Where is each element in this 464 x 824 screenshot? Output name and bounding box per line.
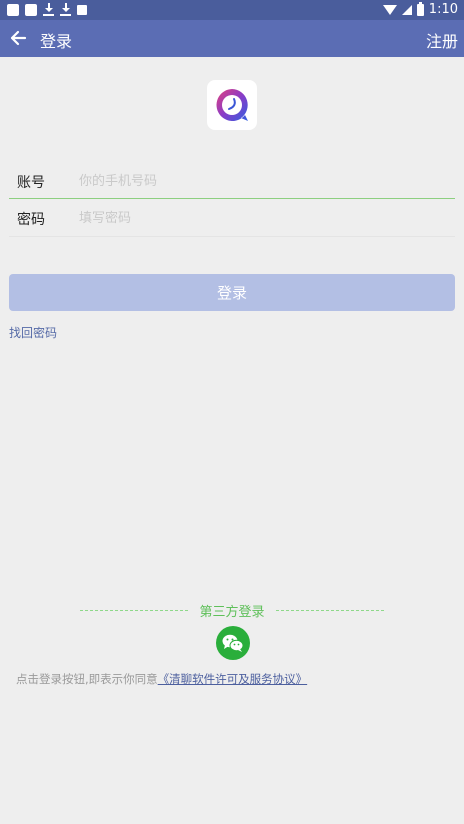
status-bar: 1:10 [0,0,464,20]
divider-right [276,610,384,611]
third-party-login-label: 第三方登录 [199,605,265,620]
forgot-password-link[interactable]: 找回密码 [9,324,57,341]
wifi-icon [382,4,397,15]
password-underline [9,236,455,237]
app-logo [207,80,257,130]
signal-icon [401,4,412,15]
app-bar: 登录 注册 [0,20,464,57]
status-time: 1:10 [428,2,458,17]
arrow-left-icon[interactable] [8,28,28,48]
account-underline [9,198,455,199]
register-button[interactable]: 注册 [426,28,458,52]
wechat-login-button[interactable] [216,626,250,660]
status-bar-notifications [7,3,87,16]
account-label: 账号 [17,175,45,191]
battery-icon [416,1,424,16]
page-title: 登录 [40,32,73,51]
password-row: 密码 [0,200,464,236]
status-bar-system: 1:10 [382,1,458,17]
notification-icon [25,3,37,16]
image-icon [77,4,87,15]
agreement-prefix: 点击登录按钮,即表示你同意 [16,672,158,686]
account-row: 账号 [0,163,464,199]
login-button[interactable]: 登录 [9,274,455,311]
chat-app-logo [216,89,248,121]
wechat-icon [222,634,244,652]
password-input[interactable] [79,204,449,232]
password-label: 密码 [17,212,45,228]
account-input[interactable] [79,167,449,195]
license-agreement-link[interactable]: 《清聊软件许可及服务协议》 [158,672,308,686]
download-icon [43,3,54,16]
notification-icon [7,3,19,16]
agreement-text: 点击登录按钮,即表示你同意《清聊软件许可及服务协议》 [16,671,307,687]
download-icon [60,3,71,16]
